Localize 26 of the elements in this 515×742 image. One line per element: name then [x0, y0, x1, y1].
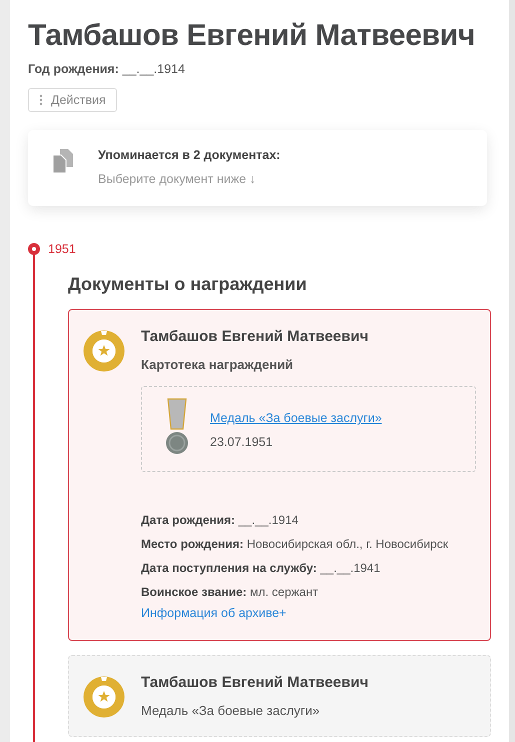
document-field: Дата поступления на службу: __.__.1941: [141, 556, 476, 580]
document-person-name: Тамбашов Евгений Матвеевич: [141, 674, 370, 691]
document-card[interactable]: Тамбашов Евгений Матвеевич Медаль «За боевые заслуги»: [68, 655, 491, 737]
document-type: Картотека награждений: [141, 357, 294, 372]
documents-icon: [52, 148, 74, 174]
document-field: Место рождения: Новосибирская обл., г. Новосибирск: [141, 532, 476, 556]
timeline-dot: [28, 243, 40, 255]
more-icon: [39, 94, 43, 106]
section-title: Документы о награждении: [68, 274, 308, 295]
document-field: Дата рождения: __.__.1914: [141, 508, 476, 532]
award-name: Медаль «За боевые заслуги»: [141, 703, 321, 718]
person-name: Тамбашов Евгений Матвеевич: [28, 18, 476, 54]
mentions-title: Упоминается в 2 документах:: [98, 148, 280, 162]
medal-icon: [83, 328, 125, 372]
document-field: Воинское звание: мл. сержант: [141, 580, 476, 604]
award-date: 23.07.1951: [210, 435, 274, 449]
archive-info-link[interactable]: Информация об архиве+: [141, 606, 286, 620]
timeline-year: 1951: [48, 242, 76, 256]
down-arrow: ↓: [250, 172, 256, 186]
medal-icon: [83, 674, 125, 718]
mentions-hint: Выберите документ ниже: [98, 172, 246, 186]
actions-button[interactable]: Действия: [28, 88, 117, 112]
award-link[interactable]: Медаль «За боевые заслуги»: [210, 411, 382, 425]
birth-year: Год рождения: __.__.1914: [28, 62, 186, 76]
document-card[interactable]: [68, 309, 491, 641]
document-person-name: Тамбашов Евгений Матвеевич: [141, 328, 370, 345]
